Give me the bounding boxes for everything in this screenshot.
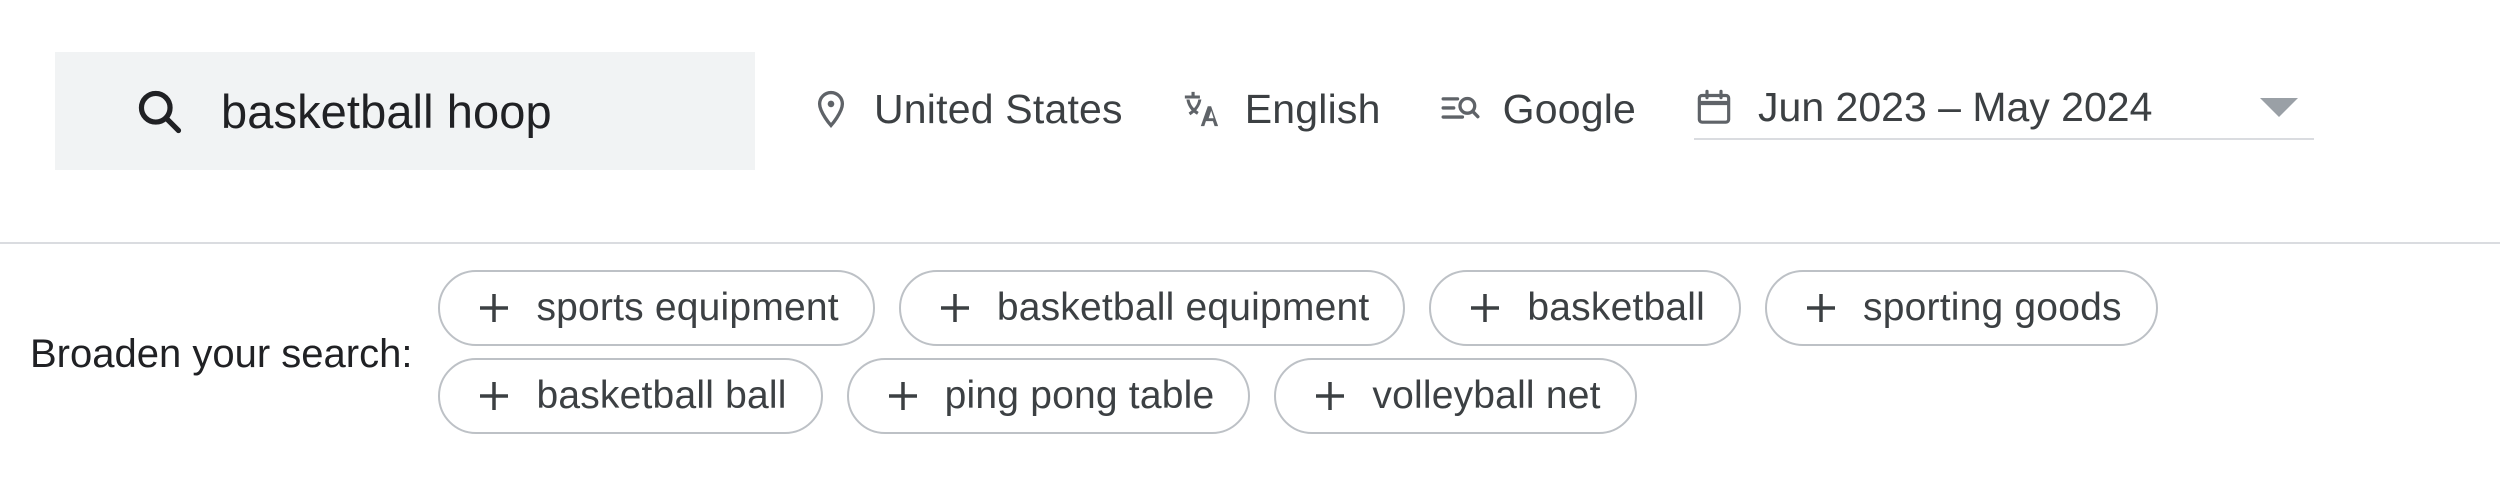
search-input[interactable]: basketball hoop	[55, 52, 755, 170]
plus-icon	[480, 381, 509, 410]
chevron-down-icon[interactable]	[2260, 97, 2299, 117]
translate-icon	[1184, 91, 1218, 127]
broaden-search-label: Broaden your search:	[30, 331, 413, 376]
language-filter[interactable]: English	[1181, 78, 1381, 140]
search-type-filter-label: Google	[1502, 85, 1637, 132]
suggestion-chip-row: sports equipment basketball equipment ba…	[438, 270, 2158, 346]
broaden-search-section: Broaden your search: sports equipment ba…	[0, 244, 2500, 434]
suggestion-chip-group: sports equipment basketball equipment ba…	[438, 270, 2158, 434]
search-source-icon	[1441, 96, 1480, 119]
filter-bar: basketball hoop United States English Go…	[0, 0, 2500, 244]
plus-icon	[1807, 293, 1836, 322]
search-icon	[138, 90, 182, 134]
suggestion-chip-label: basketball equipment	[996, 286, 1370, 329]
region-filter[interactable]: United States	[810, 78, 1123, 140]
plus-icon	[888, 381, 917, 410]
suggestion-chip[interactable]: volleyball net	[1274, 358, 1637, 434]
calendar-icon	[1697, 89, 1731, 124]
suggestion-chip-label: volleyball net	[1372, 374, 1601, 417]
suggestion-chip[interactable]: basketball	[1429, 270, 1742, 346]
suggestion-chip[interactable]: ping pong table	[846, 358, 1251, 434]
suggestion-chip-label: ping pong table	[944, 374, 1215, 417]
suggestion-chip[interactable]: sports equipment	[438, 270, 875, 346]
suggestion-chip-label: sporting goods	[1863, 286, 2122, 329]
location-pin-icon	[817, 90, 845, 128]
plus-icon	[1471, 293, 1500, 322]
plus-icon	[480, 293, 509, 322]
suggestion-chip[interactable]: sporting goods	[1765, 270, 2158, 346]
search-term-text: basketball hoop	[221, 84, 552, 138]
suggestion-chip-label: sports equipment	[536, 286, 839, 329]
suggestion-chip-label: basketball ball	[536, 374, 787, 417]
filter-group: United States English Google Jun 2023 – …	[810, 78, 2315, 148]
date-range-filter[interactable]: Jun 2023 – May 2024	[1694, 78, 2315, 140]
suggestion-chip-label: basketball	[1527, 286, 1706, 329]
suggestion-chip[interactable]: basketball equipment	[898, 270, 1406, 346]
suggestion-chip[interactable]: basketball ball	[438, 358, 823, 434]
search-type-filter[interactable]: Google	[1439, 78, 1636, 140]
plus-icon	[1316, 381, 1345, 410]
date-range-label: Jun 2023 – May 2024	[1758, 83, 2153, 130]
plus-icon	[940, 293, 969, 322]
language-filter-label: English	[1244, 85, 1381, 132]
suggestion-chip-row: basketball ball ping pong table volleyba…	[438, 358, 2157, 434]
region-filter-label: United States	[874, 85, 1123, 132]
